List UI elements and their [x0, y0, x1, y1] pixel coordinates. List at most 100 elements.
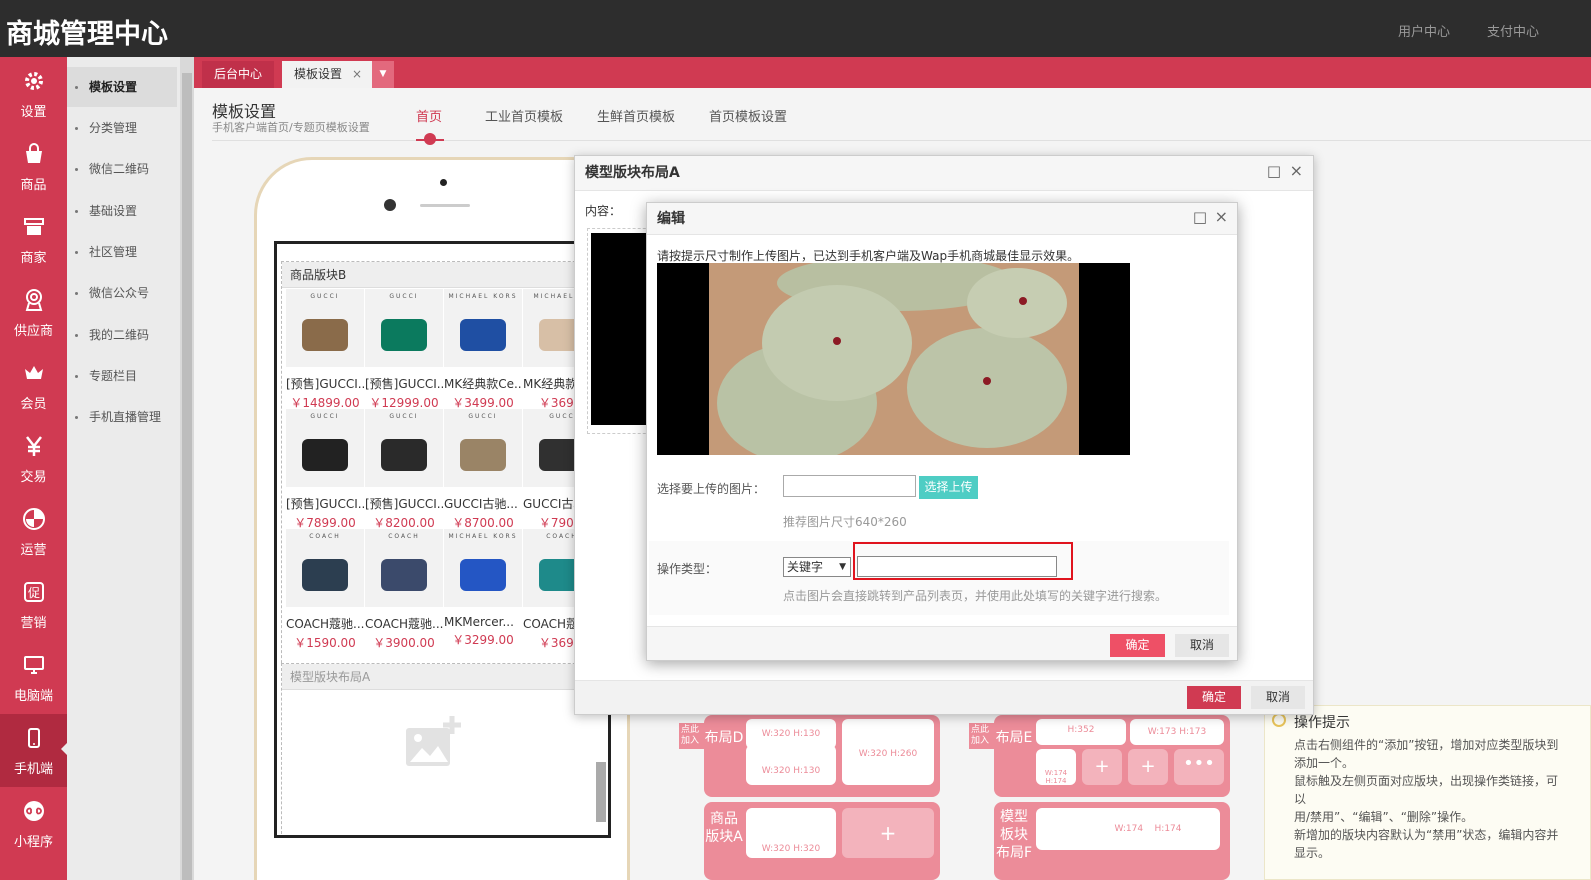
tab-backend-label: 后台中心	[214, 67, 263, 81]
maximize-icon[interactable]: □	[1193, 208, 1207, 226]
tab-home-template-settings[interactable]: 首页模板设置	[709, 106, 787, 125]
product-price: ￥3299.00	[452, 633, 514, 647]
nav-suppliers[interactable]: 供应商	[0, 276, 67, 349]
handbag-icon	[302, 559, 348, 591]
hint-line: 点击右侧组件的“添加”按钮，增加对应类型版块到	[1294, 738, 1559, 752]
block-a[interactable]: 模型版块布局A	[281, 663, 608, 835]
phone-scrollbar[interactable]	[596, 762, 606, 822]
award-icon	[25, 289, 42, 311]
nav-mini-program[interactable]: 小程序	[0, 787, 67, 860]
subnav-basic-settings[interactable]: 基础设置	[67, 191, 177, 231]
tab-bar: 后台中心 模板设置 × ▼	[194, 57, 1591, 88]
nav-settings[interactable]: 设置	[0, 57, 67, 130]
action-type-select[interactable]: 关键字 ▼	[783, 557, 851, 577]
handbag-icon	[460, 439, 506, 471]
product-image: COACH	[365, 529, 443, 607]
nav-mobile[interactable]: 手机端	[0, 714, 68, 787]
product-card[interactable]: GUCCI [预售]GUCCI... ￥14899.00	[286, 289, 364, 410]
keyword-input[interactable]	[857, 556, 1057, 577]
subnav-scrollbar-thumb[interactable]	[182, 73, 192, 880]
subnav-my-qrcode[interactable]: 我的二维码	[67, 315, 177, 355]
tab-template-settings[interactable]: 模板设置 ×	[282, 61, 375, 88]
product-name: [预售]GUCCI...	[365, 497, 443, 511]
sub-sidebar: 模板设置 分类管理 微信二维码 基础设置 社区管理 微信公众号 我的二维码 专题…	[67, 57, 180, 880]
payment-center-link[interactable]: 支付中心	[1487, 21, 1539, 40]
product-card[interactable]: GUCCI [预售]GUCCI... ￥7899.00	[286, 409, 364, 530]
layout-e-slot[interactable]: W:174 H:174	[1036, 749, 1076, 785]
subnav-live-stream[interactable]: 手机直播管理	[67, 397, 177, 437]
banner-preview	[657, 263, 1130, 455]
hint-line: 用/禁用”、“编辑”、“删除”操作。	[1294, 810, 1474, 824]
product-card[interactable]: COACH COACH蔻驰... ￥3900.00	[365, 529, 443, 650]
nav-mobile-label: 手机端	[13, 762, 53, 777]
layout-e-slot[interactable]: W:173 H:173	[1130, 719, 1224, 745]
layout-f-slot[interactable]: W:174 H:174	[1036, 808, 1220, 850]
chevron-down-icon[interactable]: ▼	[372, 61, 394, 88]
product-card[interactable]: GUCCI [预售]GUCCI... ￥12999.00	[365, 289, 443, 410]
product-price: ￥3900.00	[373, 636, 435, 650]
shopping-bag-icon	[25, 143, 42, 163]
product-brand: MICHAEL KORS	[448, 293, 518, 300]
layout-d-slot[interactable]: W:320 H:130	[746, 745, 836, 785]
gear-icon	[24, 72, 43, 90]
nav-operations[interactable]: 运营	[0, 495, 67, 568]
product-name: [预售]GUCCI...	[286, 377, 364, 391]
more-icon[interactable]: •••	[1174, 749, 1224, 785]
nav-members[interactable]: 会员	[0, 349, 67, 422]
add-slot-plus-icon[interactable]: +	[842, 808, 934, 858]
subnav-topics[interactable]: 专题栏目	[67, 356, 177, 396]
subnav-category[interactable]: 分类管理	[67, 108, 177, 148]
product-price: ￥1590.00	[294, 636, 356, 650]
subnav-wechat-qrcode[interactable]: 微信二维码	[67, 149, 177, 189]
nav-products[interactable]: 商品	[0, 130, 67, 203]
monitor-icon	[23, 656, 44, 674]
close-icon[interactable]: ×	[352, 67, 362, 81]
product-card[interactable]: MICHAEL KORS MK经典款Ce... ￥3499.00	[444, 289, 522, 410]
product-name: COACH蔻驰...	[365, 617, 443, 631]
product-card[interactable]: MICHAEL KORS MKMercer... ￥3299.00	[444, 529, 522, 649]
product-card[interactable]: COACH COACH蔻驰... ￥1590.00	[286, 529, 364, 650]
product-block-a-slot[interactable]: W:320 H:320	[746, 808, 836, 858]
product-block-a-name: 商品版块A	[705, 811, 743, 845]
content-preview-image	[591, 233, 649, 425]
layout-e-slot[interactable]: H:352	[1036, 719, 1126, 745]
tab-industry-template[interactable]: 工业首页模板	[485, 106, 563, 125]
subnav-scrollbar[interactable]	[180, 57, 194, 880]
image-placeholder-icon	[406, 716, 461, 766]
edit-confirm-button[interactable]: 确定	[1110, 634, 1165, 657]
upload-button[interactable]: 选择上传	[919, 476, 978, 499]
nav-pc[interactable]: 电脑端	[0, 641, 67, 714]
tab-fresh-template[interactable]: 生鲜首页模板	[597, 106, 675, 125]
add-slot-plus-icon[interactable]: +	[1082, 749, 1122, 785]
product-card[interactable]: GUCCI GUCCI古驰... ￥8700.00	[444, 409, 522, 530]
block-b[interactable]: 商品版块B GUCCI [预售]GUCCI... ￥14899.00 GUCCI [预售…	[281, 261, 608, 693]
add-slot-plus-icon[interactable]: +	[1128, 749, 1168, 785]
layout-a-cancel-button[interactable]: 取消	[1251, 686, 1305, 709]
maximize-icon[interactable]: □	[1267, 162, 1281, 180]
click-add-e[interactable]: 点此加入	[969, 723, 995, 749]
tab-backend[interactable]: 后台中心	[202, 61, 275, 88]
layout-a-confirm-button[interactable]: 确定	[1187, 686, 1241, 709]
product-brand: GUCCI	[468, 413, 498, 420]
nav-products-label: 商品	[20, 178, 47, 193]
layout-d-slot-large[interactable]: W:320 H:260	[842, 719, 934, 785]
nav-transactions-label: 交易	[20, 470, 47, 485]
edit-cancel-button[interactable]: 取消	[1175, 634, 1229, 657]
product-brand: GUCCI	[310, 413, 340, 420]
subnav-wechat-official[interactable]: 微信公众号	[67, 273, 177, 313]
subnav-template-settings[interactable]: 模板设置	[67, 67, 177, 107]
nav-marketing[interactable]: 促 营销	[0, 568, 67, 641]
file-path-input[interactable]	[783, 475, 916, 497]
edit-dialog: 编辑 □ × 请按提示尺寸制作上传图片，已达到手机客户端及Wap手机商城最佳显示…	[646, 202, 1238, 661]
product-card[interactable]: GUCCI [预售]GUCCI... ￥8200.00	[365, 409, 443, 530]
subnav-community[interactable]: 社区管理	[67, 232, 177, 272]
edit-dialog-title: 编辑	[647, 203, 1237, 235]
user-center-link[interactable]: 用户中心	[1398, 21, 1450, 40]
nav-merchants[interactable]: 商家	[0, 203, 67, 276]
close-icon[interactable]: ×	[1290, 161, 1303, 180]
product-brand: COACH	[309, 533, 341, 540]
nav-transactions[interactable]: 交易	[0, 422, 67, 495]
tab-home[interactable]: 首页	[416, 106, 442, 125]
close-icon[interactable]: ×	[1215, 207, 1228, 226]
click-add-d[interactable]: 点此加入	[679, 723, 705, 749]
